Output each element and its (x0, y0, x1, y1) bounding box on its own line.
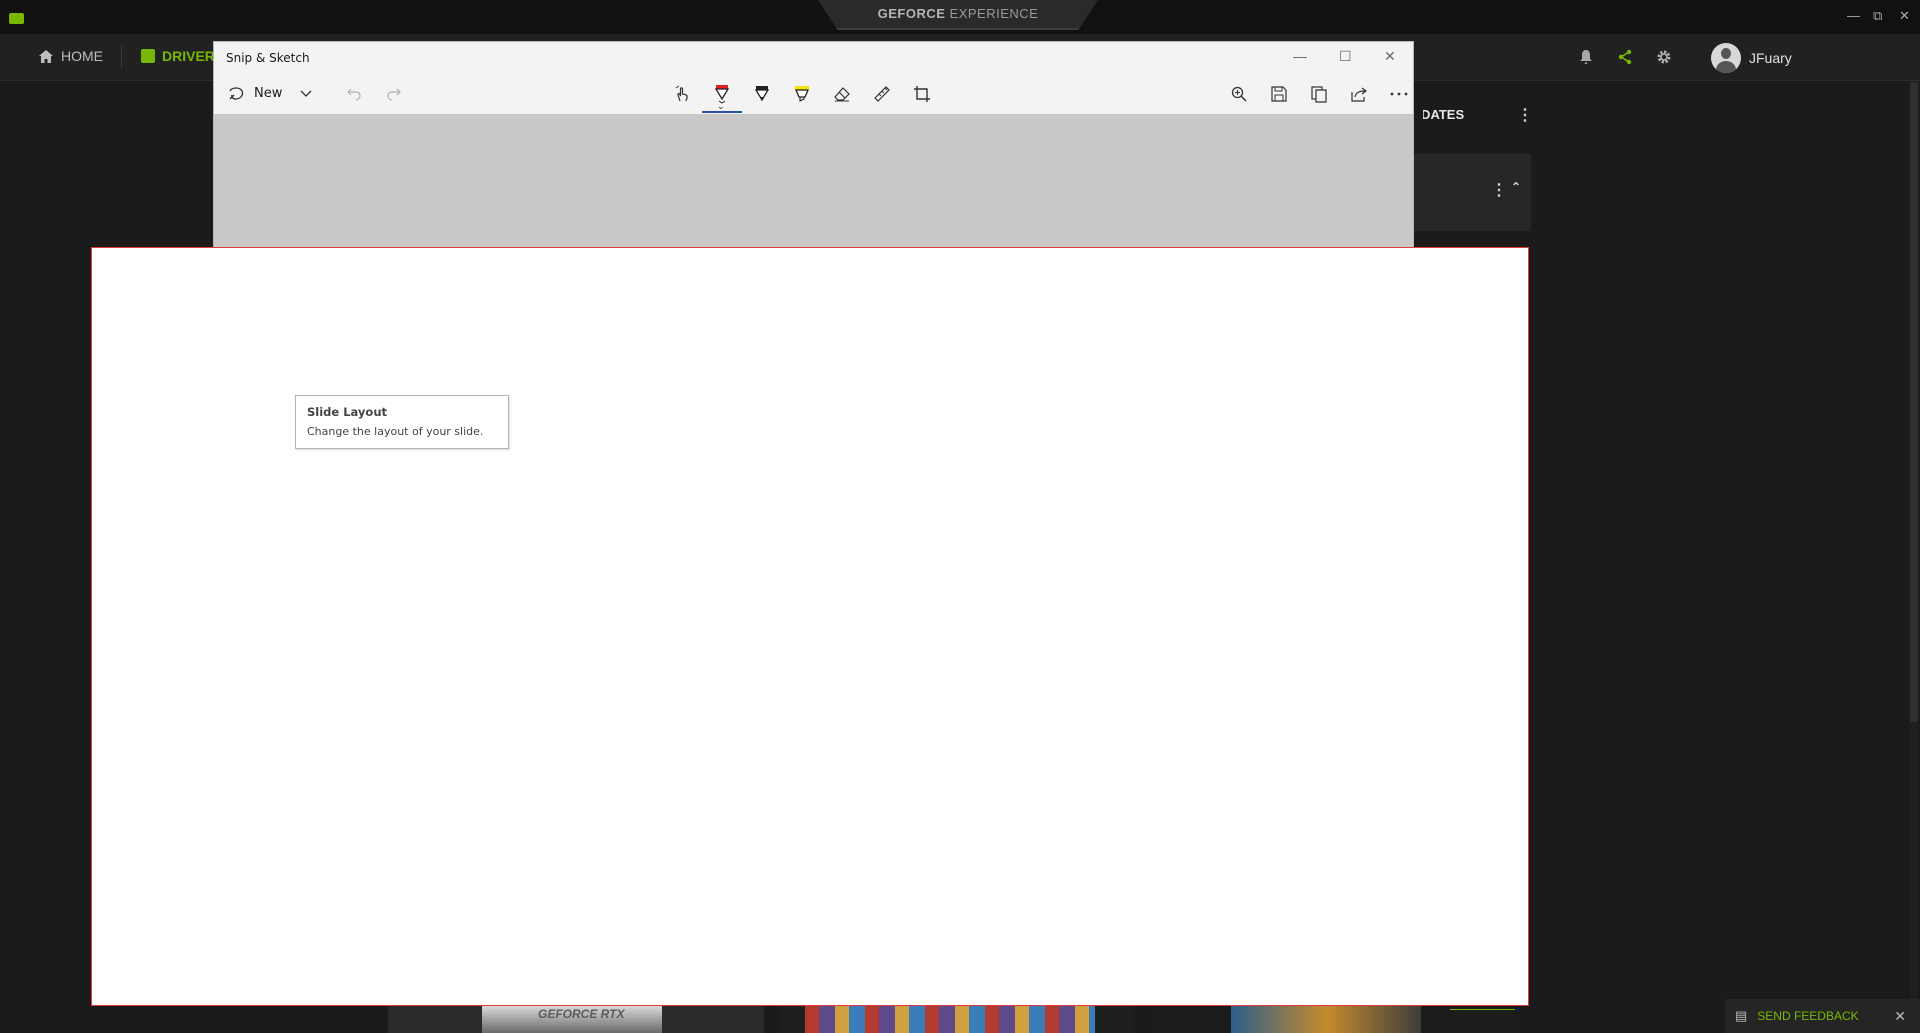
restore-icon[interactable]: ⧉ (1873, 8, 1882, 24)
share-icon[interactable] (1345, 80, 1373, 108)
avatar (1711, 43, 1741, 73)
home-icon (39, 49, 53, 63)
nav-divider (121, 46, 122, 68)
close-icon[interactable]: ✕ (1894, 1008, 1906, 1025)
pencil-icon[interactable] (748, 80, 776, 108)
crop-icon[interactable] (908, 80, 936, 108)
chevron-up-icon[interactable]: ⌃ (1511, 180, 1521, 194)
snip-canvas[interactable] (214, 114, 1413, 247)
new-button-label[interactable]: New (254, 86, 282, 101)
undo-icon[interactable] (340, 80, 368, 108)
gfe-title-bold: GEFORCE (877, 6, 946, 21)
eraser-icon[interactable] (828, 80, 856, 108)
screenshot-overlay-region[interactable] (91, 247, 1529, 1006)
kebab-menu-icon[interactable]: ⋮ (1517, 105, 1533, 125)
highlighter-icon[interactable] (788, 80, 816, 108)
drivers-icon (141, 49, 155, 63)
thumbnail-card[interactable] (1156, 1006, 1516, 1033)
nvidia-logo-icon (9, 13, 24, 24)
minimize-icon[interactable]: — (1293, 48, 1307, 64)
snip-window-title: Snip & Sketch (226, 51, 310, 65)
kebab-menu-icon[interactable]: ⋮ (1491, 180, 1507, 200)
new-snip-icon[interactable] (222, 80, 250, 108)
share-icon[interactable] (1615, 47, 1635, 67)
gfe-titlebar: GEFORCE EXPERIENCE — ⧉ ✕ (0, 0, 1920, 34)
nav-home[interactable]: HOME (38, 48, 103, 64)
bell-icon[interactable] (1576, 47, 1596, 67)
close-icon[interactable]: ✕ (1899, 8, 1910, 24)
touch-writing-icon[interactable] (668, 80, 696, 108)
send-feedback-bar[interactable]: ▤ SEND FEEDBACK ✕ (1725, 999, 1920, 1033)
user-name: JFuary (1749, 50, 1792, 66)
snip-toolbar: New ⌄ (214, 74, 1413, 114)
thumbnail-card[interactable]: GEFORCE RTX (388, 1006, 764, 1033)
copy-icon[interactable] (1305, 80, 1333, 108)
updates-label[interactable]: UPDATES (1403, 107, 1464, 123)
user-profile[interactable]: JFuary (1711, 43, 1792, 73)
thumbnail-caption: GEFORCE RTX (538, 1007, 625, 1021)
chevron-down-icon[interactable] (292, 80, 320, 108)
maximize-icon[interactable]: ☐ (1339, 48, 1352, 65)
nav-home-label: HOME (61, 48, 103, 64)
scrollbar-thumb[interactable] (1910, 82, 1918, 722)
close-icon[interactable]: ✕ (1384, 48, 1396, 65)
slide-layout-tooltip: Slide Layout Change the layout of your s… (295, 395, 509, 449)
nav-drivers[interactable]: DRIVERS (141, 48, 224, 64)
send-feedback-label: SEND FEEDBACK (1757, 1009, 1859, 1023)
snip-sketch-window: Snip & Sketch — ☐ ✕ New ⌄ (214, 42, 1413, 247)
tool-options-chevron-icon[interactable]: ⌄ (717, 101, 725, 112)
feedback-icon: ▤ (1735, 1008, 1748, 1023)
snip-titlebar: Snip & Sketch — ☐ ✕ (214, 42, 1413, 74)
thumbnail-accent-line (1450, 1009, 1515, 1010)
gfe-app-title: GEFORCE EXPERIENCE (818, 6, 1098, 21)
tooltip-title: Slide Layout (307, 405, 388, 419)
updates-label-mask (1413, 107, 1423, 123)
minimize-icon[interactable]: — (1847, 8, 1860, 23)
more-icon[interactable] (1385, 80, 1413, 108)
zoom-icon[interactable] (1225, 80, 1253, 108)
tooltip-description: Change the layout of your slide. (307, 425, 484, 438)
ruler-icon[interactable] (868, 80, 896, 108)
thumbnail-card[interactable] (781, 1006, 1133, 1033)
redo-icon[interactable] (380, 80, 408, 108)
gfe-title-light: EXPERIENCE (949, 6, 1039, 21)
thumbnail-image (1231, 1006, 1421, 1033)
thumbnail-image (805, 1006, 1095, 1033)
save-icon[interactable] (1265, 80, 1293, 108)
gear-icon[interactable] (1654, 47, 1674, 67)
